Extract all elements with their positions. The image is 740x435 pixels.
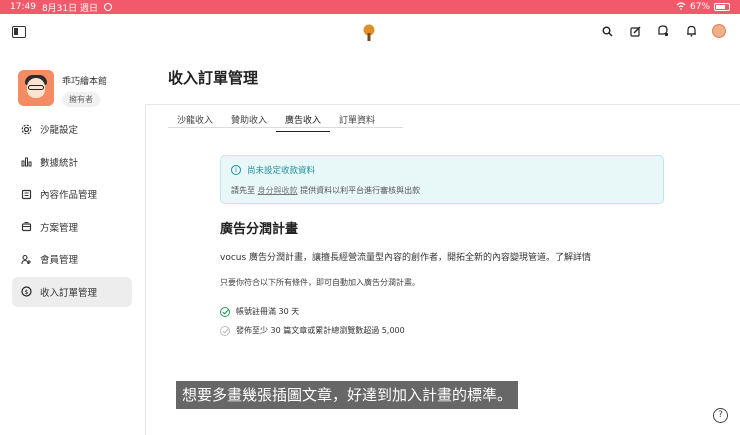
bell-icon[interactable]	[684, 24, 698, 38]
sidebar-divider	[145, 105, 146, 435]
sidebar-item-analytics[interactable]: 數據統計	[12, 147, 132, 177]
payment-notice: i 尚未設定收款資料 請先至 身分與收款 提供資料以利平台進行審核與出款	[220, 155, 664, 204]
sidebar-menu: 沙龍設定 數據統計 內容作品管理 方案管理 會員管理 $ 收入訂單管理	[12, 114, 132, 309]
search-icon[interactable]	[600, 24, 614, 38]
requirement-label: 發佈至少 30 篇文章或累計總瀏覽數超過 5,000	[236, 326, 405, 335]
tab-sponsor-income[interactable]: 贊助收入	[222, 113, 276, 132]
notice-text-before: 請先至	[231, 186, 255, 195]
sidebar-item-salon-settings[interactable]: 沙龍設定	[12, 114, 132, 144]
sidebar-item-label: 數據統計	[40, 157, 79, 169]
package-icon	[21, 221, 32, 232]
profile-name: 乖巧繪本館	[62, 77, 108, 87]
recording-icon	[103, 3, 112, 11]
sidebar: 乖巧繪本館 擁有者 沙龍設定 數據統計 內容作品管理 方案管理 會員管理 $ 收…	[0, 52, 145, 435]
sidebar-item-members[interactable]: 會員管理	[12, 244, 132, 274]
header-divider	[145, 104, 740, 105]
profile-avatar[interactable]	[18, 70, 54, 106]
wifi-icon	[676, 1, 686, 13]
gear-icon	[21, 124, 32, 135]
status-date: 8月31日 週日	[41, 3, 98, 14]
sidebar-item-label: 方案管理	[40, 222, 79, 234]
sidebar-item-plans[interactable]: 方案管理	[12, 212, 132, 242]
requirement-item: 發佈至少 30 篇文章或累計總瀏覽數超過 5,000	[220, 325, 405, 336]
requirement-intro: 只要你符合以下所有條件，即可自動加入廣告分潤計畫。	[220, 278, 420, 287]
check-circle-icon	[220, 306, 230, 317]
info-icon: i	[231, 165, 241, 175]
status-bar: 17:49 8月31日 週日 67%	[0, 0, 740, 14]
user-avatar[interactable]	[712, 24, 726, 38]
sidebar-item-income-orders[interactable]: $ 收入訂單管理	[12, 276, 132, 307]
notice-title: 尚未設定收款資料	[247, 166, 316, 176]
svg-text:$: $	[24, 288, 28, 296]
requirement-item: 帳號註冊滿 30 天	[220, 306, 299, 317]
bar-chart-icon	[21, 156, 32, 167]
battery-percent: 67%	[689, 2, 710, 12]
tab-salon-income[interactable]: 沙龍收入	[168, 113, 222, 132]
sidebar-item-label: 會員管理	[40, 255, 79, 266]
top-app-bar	[0, 14, 740, 52]
profile-card: 乖巧繪本館 擁有者	[18, 70, 107, 107]
edit-icon[interactable]	[628, 24, 642, 38]
role-badge: 擁有者	[62, 92, 100, 107]
sidebar-toggle-icon[interactable]	[12, 26, 26, 38]
tab-order-data[interactable]: 訂單資料	[330, 113, 384, 132]
notice-text-after: 提供資料以利平台進行審核與出款	[300, 186, 421, 195]
dollar-icon: $	[21, 286, 32, 297]
sidebar-item-label: 沙龍設定	[40, 125, 79, 136]
sidebar-item-label: 收入訂單管理	[40, 287, 98, 299]
document-icon	[21, 189, 32, 200]
section-title: 廣告分潤計畫	[220, 222, 299, 237]
vocus-logo-icon[interactable]	[362, 24, 376, 42]
tab-ad-income[interactable]: 廣告收入	[276, 113, 331, 132]
identity-payment-link[interactable]: 身分與收款	[258, 186, 298, 195]
battery-icon	[714, 3, 730, 11]
help-icon[interactable]: ?	[713, 408, 728, 423]
chat-icon[interactable]	[656, 24, 670, 38]
check-circle-icon	[220, 325, 230, 336]
requirement-label: 帳號註冊滿 30 天	[236, 307, 300, 316]
status-time: 17:49	[10, 2, 36, 12]
page-title: 收入訂單管理	[168, 69, 259, 87]
sidebar-item-label: 內容作品管理	[40, 190, 98, 201]
video-subtitle: 想要多畫幾張插圖文章，好達到加入計畫的標準。	[176, 381, 519, 409]
program-description: vocus 廣告分潤計畫，讓擅長經營流量型內容的創作者，開拓全新的內容變現管道。…	[220, 253, 592, 263]
sidebar-item-content[interactable]: 內容作品管理	[12, 179, 132, 209]
tab-bar: 沙龍收入 贊助收入 廣告收入 訂單資料	[168, 113, 384, 132]
members-icon	[21, 254, 32, 265]
